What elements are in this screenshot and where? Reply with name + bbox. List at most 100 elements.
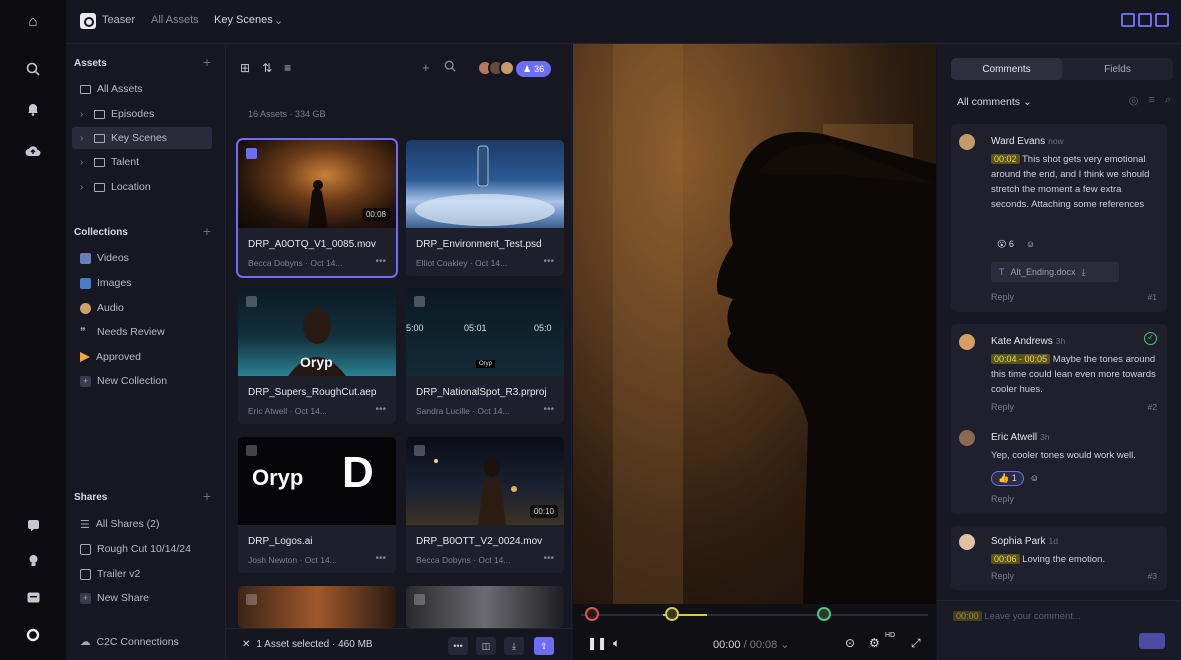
chevron-down-icon[interactable]: ⌄ bbox=[274, 14, 283, 27]
layout-right-icon[interactable] bbox=[1155, 13, 1169, 27]
comment-input[interactable]: 00:00 Leave your comment... bbox=[953, 611, 1081, 622]
sort-icon[interactable]: ≡ bbox=[1148, 94, 1154, 107]
more-actions-icon[interactable]: ••• bbox=[448, 637, 468, 655]
more-icon[interactable]: ••• bbox=[375, 256, 386, 267]
asset-card[interactable]: DRP_Environment_Test.psd Elliot Coakley … bbox=[406, 140, 564, 276]
asset-card[interactable] bbox=[406, 586, 564, 628]
chevron-right-icon[interactable]: › bbox=[80, 157, 88, 168]
fullscreen-icon[interactable]: ⤢ bbox=[911, 636, 921, 651]
sidebar-item-all-assets[interactable]: All Assets bbox=[72, 78, 212, 100]
asset-card[interactable]: Oryp D DRP_Logos.ai Josh Newton · Oct 14… bbox=[238, 437, 396, 573]
sidebar-item-new-share[interactable]: + New Share bbox=[72, 587, 212, 609]
timeline-scrubber[interactable] bbox=[581, 607, 928, 621]
cloud-upload-icon[interactable] bbox=[22, 140, 44, 162]
sidebar-item-videos[interactable]: Videos bbox=[72, 247, 212, 269]
comment-timestamp[interactable]: 00:04 - 00:05 bbox=[991, 354, 1051, 364]
bell-icon[interactable] bbox=[22, 98, 44, 120]
sidebar-item-all-shares[interactable]: ☰ All Shares (2) bbox=[72, 513, 212, 535]
sidebar-item-key-scenes[interactable]: › Key Scenes bbox=[72, 127, 212, 149]
breadcrumb-project[interactable]: Teaser bbox=[102, 14, 135, 26]
asset-checkbox[interactable] bbox=[246, 594, 257, 605]
inbox-icon[interactable] bbox=[22, 586, 44, 608]
sidebar-item-needs-review[interactable]: ” Needs Review bbox=[72, 321, 212, 343]
asset-checkbox[interactable] bbox=[246, 148, 257, 159]
settings-icon[interactable]: ⚙ bbox=[869, 636, 880, 650]
layout-center-icon[interactable] bbox=[1138, 13, 1152, 27]
tab-fields[interactable]: Fields bbox=[1062, 58, 1173, 80]
collaborator-avatars[interactable] bbox=[477, 60, 515, 76]
reaction-pill[interactable]: 😮 6 bbox=[991, 238, 1020, 251]
target-icon[interactable]: ⊙ bbox=[845, 636, 855, 650]
close-icon[interactable]: ✕ bbox=[242, 639, 250, 650]
layout-left-icon[interactable] bbox=[1121, 13, 1135, 27]
add-icon[interactable]: + bbox=[422, 60, 430, 75]
comment-timestamp[interactable]: 00:06 bbox=[991, 554, 1020, 564]
tab-comments[interactable]: Comments bbox=[951, 58, 1062, 80]
lightbulb-icon[interactable] bbox=[22, 550, 44, 572]
asset-checkbox[interactable] bbox=[414, 594, 425, 605]
pause-icon[interactable]: ❚❚ bbox=[587, 636, 607, 650]
add-collection-icon[interactable]: + bbox=[203, 223, 211, 239]
add-reaction-icon[interactable]: ☺ bbox=[1030, 473, 1039, 483]
chevron-right-icon[interactable]: › bbox=[80, 182, 88, 193]
collaborator-count-badge[interactable]: ♟ 36 bbox=[516, 61, 552, 77]
search-icon[interactable] bbox=[444, 60, 456, 75]
comment-composer[interactable]: 00:00 Leave your comment... bbox=[937, 600, 1181, 660]
asset-card[interactable]: 00:10 DRP_B0OTT_V2_0024.mov Becca Dobyns… bbox=[406, 437, 564, 573]
help-icon[interactable] bbox=[22, 514, 44, 536]
video-frame[interactable] bbox=[573, 44, 936, 604]
comment-timestamp[interactable]: 00:02 bbox=[991, 154, 1020, 164]
more-icon[interactable]: ••• bbox=[543, 553, 554, 564]
sidebar-item-trailer[interactable]: Trailer v2 bbox=[72, 563, 212, 585]
sidebar-item-talent[interactable]: › Talent bbox=[72, 151, 212, 173]
more-icon[interactable]: ••• bbox=[543, 256, 554, 267]
reply-link[interactable]: Reply bbox=[991, 292, 1014, 302]
more-icon[interactable]: ••• bbox=[543, 404, 554, 415]
reply-link[interactable]: Reply bbox=[991, 494, 1014, 504]
sidebar-item-episodes[interactable]: › Episodes bbox=[72, 103, 212, 125]
asset-checkbox[interactable] bbox=[246, 296, 257, 307]
filter-icon[interactable]: ≡ bbox=[284, 61, 291, 75]
sidebar-item-location[interactable]: › Location bbox=[72, 176, 212, 198]
sidebar-item-c2c[interactable]: ☁ C2C Connections bbox=[72, 631, 212, 653]
asset-card[interactable]: Oryp DRP_Supers_RoughCut.aep Eric Atwell… bbox=[238, 288, 396, 424]
volume-icon[interactable]: 🔈︎ bbox=[613, 636, 620, 651]
more-icon[interactable]: ••• bbox=[375, 553, 386, 564]
chevron-right-icon[interactable]: › bbox=[80, 109, 88, 120]
download-icon[interactable]: ⤓ bbox=[1082, 267, 1086, 278]
view-mode-icon[interactable]: ⊞ bbox=[240, 61, 250, 75]
add-asset-icon[interactable]: + bbox=[203, 54, 211, 70]
share-icon[interactable]: ⇪ bbox=[534, 637, 554, 655]
resolved-check-icon[interactable]: ✓ bbox=[1144, 332, 1157, 345]
breadcrumb-all-assets[interactable]: All Assets bbox=[151, 14, 199, 26]
sidebar-item-approved[interactable]: Approved bbox=[72, 346, 212, 368]
check-filter-icon[interactable]: ◎ bbox=[1129, 94, 1139, 107]
chevron-right-icon[interactable]: › bbox=[80, 133, 88, 144]
comment-marker[interactable] bbox=[817, 607, 831, 621]
comment-filter[interactable]: All comments ⌄ bbox=[957, 96, 1032, 108]
add-share-icon[interactable]: + bbox=[203, 488, 211, 504]
asset-checkbox[interactable] bbox=[414, 445, 425, 456]
search-icon[interactable]: ⌕ bbox=[1165, 94, 1171, 107]
asset-card[interactable] bbox=[238, 586, 396, 628]
breadcrumb-key-scenes[interactable]: Key Scenes bbox=[214, 14, 273, 26]
sidebar-item-audio[interactable]: Audio bbox=[72, 297, 212, 319]
comment-marker[interactable] bbox=[585, 607, 599, 621]
sidebar-item-images[interactable]: Images bbox=[72, 272, 212, 294]
asset-checkbox[interactable] bbox=[414, 296, 425, 307]
compare-icon[interactable]: ◫ bbox=[476, 637, 496, 655]
reply-link[interactable]: Reply bbox=[991, 402, 1014, 412]
comment-marker[interactable] bbox=[665, 607, 679, 621]
download-icon[interactable]: ⤓ bbox=[504, 637, 524, 655]
timecode[interactable]: 00:00 / 00:08 ⌄ bbox=[713, 638, 790, 651]
home-icon[interactable]: ⌂ bbox=[22, 10, 44, 32]
sidebar-item-rough-cut[interactable]: Rough Cut 10/14/24 bbox=[72, 538, 212, 560]
sidebar-item-new-collection[interactable]: + New Collection bbox=[72, 370, 212, 392]
reaction-pill[interactable]: 👍 1 bbox=[991, 470, 1024, 486]
search-icon[interactable] bbox=[22, 58, 44, 80]
send-button[interactable] bbox=[1139, 633, 1165, 649]
reply-link[interactable]: Reply bbox=[991, 571, 1014, 581]
add-reaction-icon[interactable]: ☺ bbox=[1026, 239, 1035, 249]
asset-checkbox[interactable] bbox=[246, 445, 257, 456]
sort-icon[interactable]: ⇅ bbox=[262, 61, 272, 75]
